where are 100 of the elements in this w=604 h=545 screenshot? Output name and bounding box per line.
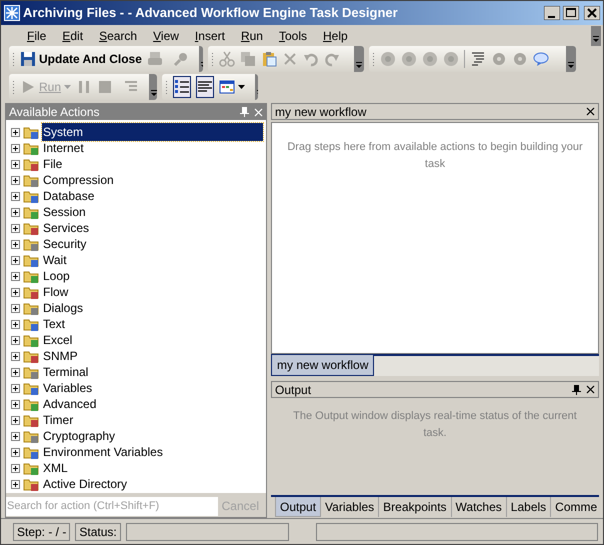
- maximize-button[interactable]: [563, 6, 579, 20]
- expand-icon[interactable]: [11, 480, 20, 488]
- speech-bubble-icon[interactable]: [533, 51, 549, 67]
- menu-item[interactable]: Run: [232, 27, 271, 45]
- expand-icon[interactable]: [11, 464, 20, 472]
- tree-item[interactable]: Dialogs: [42, 299, 84, 317]
- folder-icon: [23, 317, 39, 331]
- window-title: Archiving Files - - Advanced Workflow Engine Task Designer: [23, 4, 398, 22]
- tree-item[interactable]: Services: [42, 219, 90, 237]
- tree-item[interactable]: SNMP: [42, 347, 79, 365]
- folder-icon: [23, 253, 39, 267]
- folder-icon: [23, 125, 39, 139]
- expand-icon[interactable]: [11, 176, 20, 184]
- expand-icon[interactable]: [11, 272, 20, 280]
- play-icon: [20, 79, 36, 95]
- save-icon: [20, 51, 36, 67]
- panel-title: Available Actions: [9, 104, 101, 121]
- close-button[interactable]: [584, 6, 600, 20]
- output-tab[interactable]: Breakpoints: [379, 497, 452, 517]
- expand-icon[interactable]: [11, 288, 20, 296]
- tree-item[interactable]: File: [42, 155, 64, 173]
- pin-icon[interactable]: [572, 384, 581, 394]
- app-icon: [4, 5, 20, 21]
- tree-item[interactable]: Security: [42, 235, 88, 253]
- tree-item[interactable]: Flow: [42, 283, 70, 301]
- menu-item[interactable]: Help: [315, 27, 356, 45]
- folder-icon: [23, 269, 39, 283]
- tree-item[interactable]: Database: [42, 187, 96, 205]
- tree-item[interactable]: Internet: [42, 139, 85, 157]
- tree-item[interactable]: Terminal: [42, 363, 90, 381]
- menu-item[interactable]: View: [145, 27, 187, 45]
- output-tab[interactable]: Watches: [452, 497, 507, 517]
- tree-item[interactable]: Cryptography: [42, 427, 116, 445]
- expand-icon[interactable]: [11, 352, 20, 360]
- tree-item[interactable]: Advanced: [42, 395, 98, 413]
- tree-item[interactable]: Excel: [42, 331, 74, 349]
- output-tab[interactable]: Labels: [506, 497, 552, 517]
- expand-icon[interactable]: [11, 336, 20, 344]
- expand-icon[interactable]: [11, 304, 20, 312]
- caret-icon: [238, 85, 245, 89]
- lines-icon[interactable]: [470, 51, 486, 67]
- menu-item[interactable]: Edit: [54, 27, 92, 45]
- menu-item[interactable]: Tools: [270, 27, 315, 45]
- output-tab[interactable]: Output: [275, 497, 322, 517]
- menu-item[interactable]: Insert: [186, 27, 233, 45]
- minimize-button[interactable]: [544, 6, 560, 20]
- paste-icon[interactable]: [261, 51, 277, 67]
- overflow-chevron-icon[interactable]: [149, 74, 157, 100]
- document-tab[interactable]: my new workflow: [271, 355, 374, 376]
- document-title: my new workflow: [275, 104, 368, 120]
- expand-icon[interactable]: [11, 320, 20, 328]
- menu-item[interactable]: File: [19, 27, 54, 45]
- overflow-chevron-icon[interactable]: [354, 46, 364, 72]
- expand-icon[interactable]: [11, 432, 20, 440]
- folder-icon: [23, 221, 39, 235]
- folder-icon: [23, 205, 39, 219]
- tree-item[interactable]: System: [42, 123, 263, 141]
- save-button[interactable]: Update And Close: [20, 50, 142, 68]
- folder-icon: [23, 397, 39, 411]
- menu-item[interactable]: Search: [91, 27, 146, 45]
- expand-icon[interactable]: [11, 416, 20, 424]
- tree-item[interactable]: Loop: [42, 267, 71, 285]
- folder-icon: [23, 285, 39, 299]
- tree-item[interactable]: Environment Variables: [42, 443, 164, 461]
- grid-view-button[interactable]: [219, 79, 245, 95]
- expand-icon[interactable]: [11, 208, 20, 216]
- status-panel: Status:: [75, 522, 121, 540]
- expand-icon[interactable]: [11, 448, 20, 456]
- expand-icon[interactable]: [11, 128, 20, 136]
- folder-icon: [23, 237, 39, 251]
- output-tab[interactable]: Variables: [321, 497, 380, 517]
- expand-icon[interactable]: [11, 384, 20, 392]
- tree-item[interactable]: Text: [42, 315, 66, 333]
- align-left-button[interactable]: [196, 76, 214, 98]
- tree-item[interactable]: Timer: [42, 411, 74, 429]
- tree-item[interactable]: Variables: [42, 379, 94, 397]
- expand-icon[interactable]: [11, 400, 20, 408]
- close-icon[interactable]: [586, 107, 595, 116]
- tree-item[interactable]: XML: [42, 459, 69, 477]
- tree-item[interactable]: Wait: [42, 251, 68, 269]
- overflow-chevron-icon[interactable]: [566, 46, 576, 72]
- tree-item[interactable]: Compression: [42, 171, 115, 189]
- expand-icon[interactable]: [11, 368, 20, 376]
- folder-icon: [23, 461, 39, 475]
- folder-icon: [23, 477, 39, 491]
- expand-icon[interactable]: [11, 192, 20, 200]
- numbered-list-icon: [174, 79, 190, 95]
- expand-icon[interactable]: [11, 256, 20, 264]
- close-icon[interactable]: [586, 385, 595, 394]
- tree-item[interactable]: Session: [42, 203, 87, 221]
- search-field[interactable]: Search for action (Ctrl+Shift+F): [6, 496, 218, 516]
- expand-icon[interactable]: [11, 240, 20, 248]
- tree-item[interactable]: Active Directory: [42, 475, 128, 493]
- expand-icon[interactable]: [11, 160, 20, 168]
- expand-icon[interactable]: [11, 224, 20, 232]
- folder-icon: [23, 349, 39, 363]
- expand-icon[interactable]: [11, 144, 20, 152]
- folder-icon: [23, 413, 39, 427]
- output-tab[interactable]: Comme: [551, 497, 599, 517]
- numbered-list-button[interactable]: [173, 76, 191, 98]
